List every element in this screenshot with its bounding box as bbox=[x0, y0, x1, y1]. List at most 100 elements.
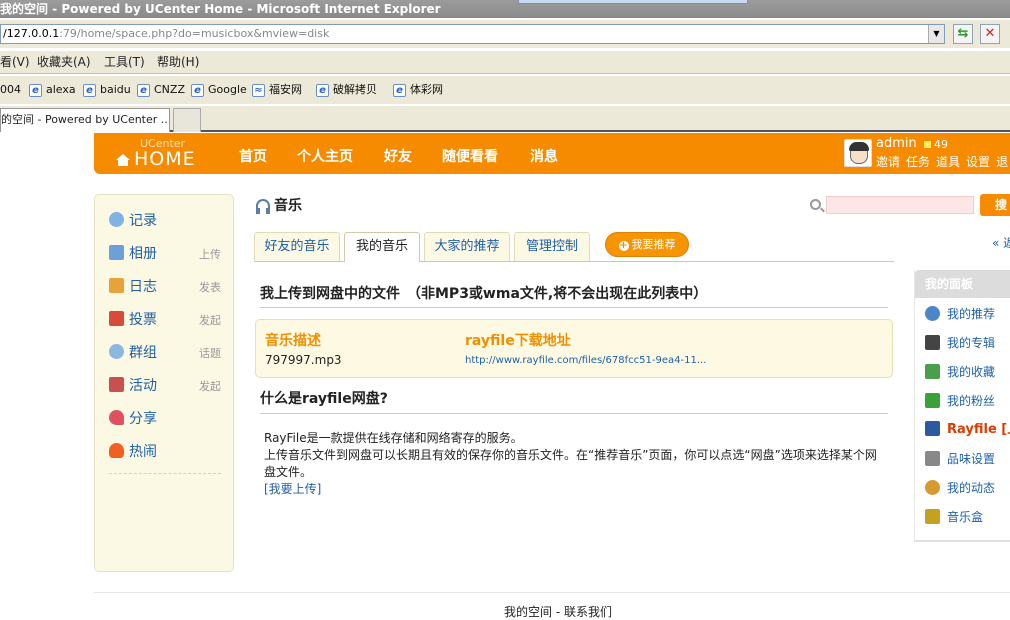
back-link[interactable]: « 返 bbox=[992, 234, 1010, 251]
ie-page-icon: e bbox=[29, 83, 42, 97]
cd-icon bbox=[925, 335, 940, 350]
ie-page-icon: e bbox=[316, 83, 329, 97]
calendar-icon bbox=[109, 377, 124, 392]
upload-link[interactable]: [我要上传] bbox=[264, 481, 884, 498]
link-baidu[interactable]: e baidu bbox=[83, 76, 131, 104]
fire-icon bbox=[109, 443, 124, 458]
section-divider bbox=[260, 307, 888, 308]
browser-tab-active[interactable]: 的空间 - Powered by UCenter ... bbox=[0, 108, 170, 132]
section-divider bbox=[260, 413, 888, 414]
search-button[interactable]: 搜 bbox=[980, 194, 1010, 216]
refresh-icon[interactable]: ⇆ bbox=[953, 24, 973, 44]
link-alexa[interactable]: e alexa bbox=[29, 76, 76, 104]
recommend-button[interactable]: + 我要推荐 bbox=[605, 232, 689, 257]
panel-item-my-fans[interactable]: 我的粉丝 bbox=[925, 392, 995, 410]
page-title: 音乐 bbox=[256, 195, 302, 215]
right-panel-bottom bbox=[915, 540, 1010, 542]
site-header: UCenter HOME 首页 个人主页 好友 随便看看 消息 admin 49… bbox=[94, 133, 1010, 174]
file-name: 797997.mp3 bbox=[265, 353, 342, 367]
panel-item-my-activity[interactable]: 我的动态 bbox=[925, 479, 995, 497]
nav-friends[interactable]: 好友 bbox=[384, 146, 412, 166]
sidebar-sub-start[interactable]: 发起 bbox=[199, 311, 221, 331]
nav-explore[interactable]: 随便看看 bbox=[442, 146, 498, 166]
avatar[interactable] bbox=[844, 139, 872, 167]
wrench-icon bbox=[925, 451, 940, 466]
menu-help[interactable]: 帮助(H) bbox=[157, 51, 199, 74]
sidebar-item-album[interactable]: 相册 上传 bbox=[109, 244, 221, 264]
music-note-icon bbox=[925, 306, 940, 321]
heart-icon bbox=[109, 410, 124, 425]
chat-bubble-icon bbox=[109, 212, 124, 227]
sidebar-sub-post[interactable]: 发表 bbox=[199, 278, 221, 298]
menu-view[interactable]: 看(V) bbox=[0, 51, 30, 74]
link-pojie[interactable]: e 破解拷贝 bbox=[316, 76, 377, 104]
link-fuan[interactable]: ≈ 福安网 bbox=[252, 76, 302, 104]
file-download-link[interactable]: http://www.rayfile.com/files/678fcc51-9e… bbox=[465, 355, 735, 366]
logo[interactable]: HOME bbox=[116, 148, 196, 170]
sidebar-sub-create[interactable]: 发起 bbox=[199, 377, 221, 397]
search-icon bbox=[810, 199, 821, 210]
username[interactable]: admin bbox=[876, 136, 917, 151]
footer[interactable]: 我的空间 - 联系我们 bbox=[0, 603, 1010, 620]
user-link-invite[interactable]: 邀请 bbox=[876, 155, 900, 169]
tab-my-music[interactable]: 我的音乐 bbox=[344, 232, 420, 262]
plus-icon: + bbox=[618, 240, 629, 251]
link-google[interactable]: e Google bbox=[191, 76, 247, 104]
bar-chart-icon bbox=[109, 311, 124, 326]
sidebar: 记录 相册 上传 日志 发表 投票 发起 群组 话题 活动 发起 分享 热闹 bbox=[94, 194, 234, 572]
user-link-settings[interactable]: 设置 bbox=[966, 155, 990, 169]
col-header-description: 音乐描述 bbox=[265, 333, 321, 349]
panel-item-my-recommend[interactable]: 我的推荐 bbox=[925, 305, 995, 323]
ie-page-icon: e bbox=[191, 83, 204, 97]
notebook-icon bbox=[109, 278, 124, 293]
stop-icon[interactable]: ✕ bbox=[980, 24, 1000, 44]
panel-item-musicbox[interactable]: 音乐盒 bbox=[925, 508, 983, 526]
panel-item-rayfile[interactable]: Rayfile [上 bbox=[925, 421, 1010, 439]
col-header-download: rayfile下载地址 bbox=[465, 333, 571, 349]
sidebar-item-group[interactable]: 群组 话题 bbox=[109, 343, 221, 363]
sidebar-item-blog[interactable]: 日志 发表 bbox=[109, 277, 221, 297]
nav-messages[interactable]: 消息 bbox=[530, 146, 558, 166]
tab-friends-music[interactable]: 好友的音乐 bbox=[254, 232, 340, 261]
address-row: /127.0.0.1:79/home/space.php?do=musicbox… bbox=[0, 20, 1010, 48]
user-link-logout[interactable]: 退 bbox=[996, 155, 1008, 169]
nav-home[interactable]: 首页 bbox=[239, 146, 267, 166]
sidebar-divider bbox=[109, 473, 221, 474]
search-input[interactable] bbox=[826, 196, 974, 214]
browser-tab-bar: 的空间 - Powered by UCenter ... bbox=[0, 106, 1010, 132]
sidebar-item-event[interactable]: 活动 发起 bbox=[109, 376, 221, 396]
sidebar-sub-upload[interactable]: 上传 bbox=[199, 245, 221, 265]
link-ticai[interactable]: e 体彩网 bbox=[393, 76, 443, 104]
panel-item-taste-settings[interactable]: 品味设置 bbox=[925, 450, 995, 468]
sidebar-item-poll[interactable]: 投票 发起 bbox=[109, 310, 221, 330]
right-panel-title: 我的面板 bbox=[915, 270, 1010, 298]
window-title: 我的空间 - Powered by UCenter Home - Microso… bbox=[0, 2, 441, 16]
address-host: /127.0.0.1 bbox=[3, 27, 60, 40]
menu-favorites[interactable]: 收藏夹(A) bbox=[37, 51, 91, 74]
tab-recommended[interactable]: 大家的推荐 bbox=[424, 232, 510, 261]
sidebar-sub-topic[interactable]: 话题 bbox=[199, 344, 221, 364]
user-link-tasks[interactable]: 任务 bbox=[906, 155, 930, 169]
clock-icon bbox=[925, 480, 940, 495]
sidebar-item-records[interactable]: 记录 bbox=[109, 211, 221, 231]
puzzle-icon bbox=[925, 393, 940, 408]
address-bar[interactable]: /127.0.0.1:79/home/space.php?do=musicbox… bbox=[0, 24, 945, 44]
link-cnzz[interactable]: e CNZZ bbox=[137, 76, 185, 104]
ie-page-icon: e bbox=[83, 83, 96, 97]
panel-item-my-favorites[interactable]: 我的收藏 bbox=[925, 363, 995, 381]
window-search-box[interactable] bbox=[518, 0, 748, 4]
user-link-props[interactable]: 道具 bbox=[936, 155, 960, 169]
panel-item-my-album[interactable]: 我的专辑 bbox=[925, 334, 995, 352]
menu-tools[interactable]: 工具(T) bbox=[104, 51, 145, 74]
sidebar-item-hot[interactable]: 热闹 bbox=[109, 442, 221, 462]
links-bar: 004 e alexa e baidu e CNZZ e Google ≈ 福安网 e 破解… bbox=[0, 76, 1010, 104]
link-004[interactable]: 004 bbox=[0, 76, 21, 104]
menu-bar: 看(V) 收藏夹(A) 工具(T) 帮助(H) bbox=[0, 50, 1010, 74]
tab-admin[interactable]: 管理控制 bbox=[514, 232, 590, 261]
sidebar-item-share[interactable]: 分享 bbox=[109, 409, 221, 429]
favorite-add-icon bbox=[925, 364, 940, 379]
new-tab-button[interactable] bbox=[173, 108, 201, 132]
address-dropdown-icon[interactable]: ▼ bbox=[928, 25, 944, 43]
group-icon bbox=[109, 344, 124, 359]
nav-profile[interactable]: 个人主页 bbox=[297, 146, 353, 166]
